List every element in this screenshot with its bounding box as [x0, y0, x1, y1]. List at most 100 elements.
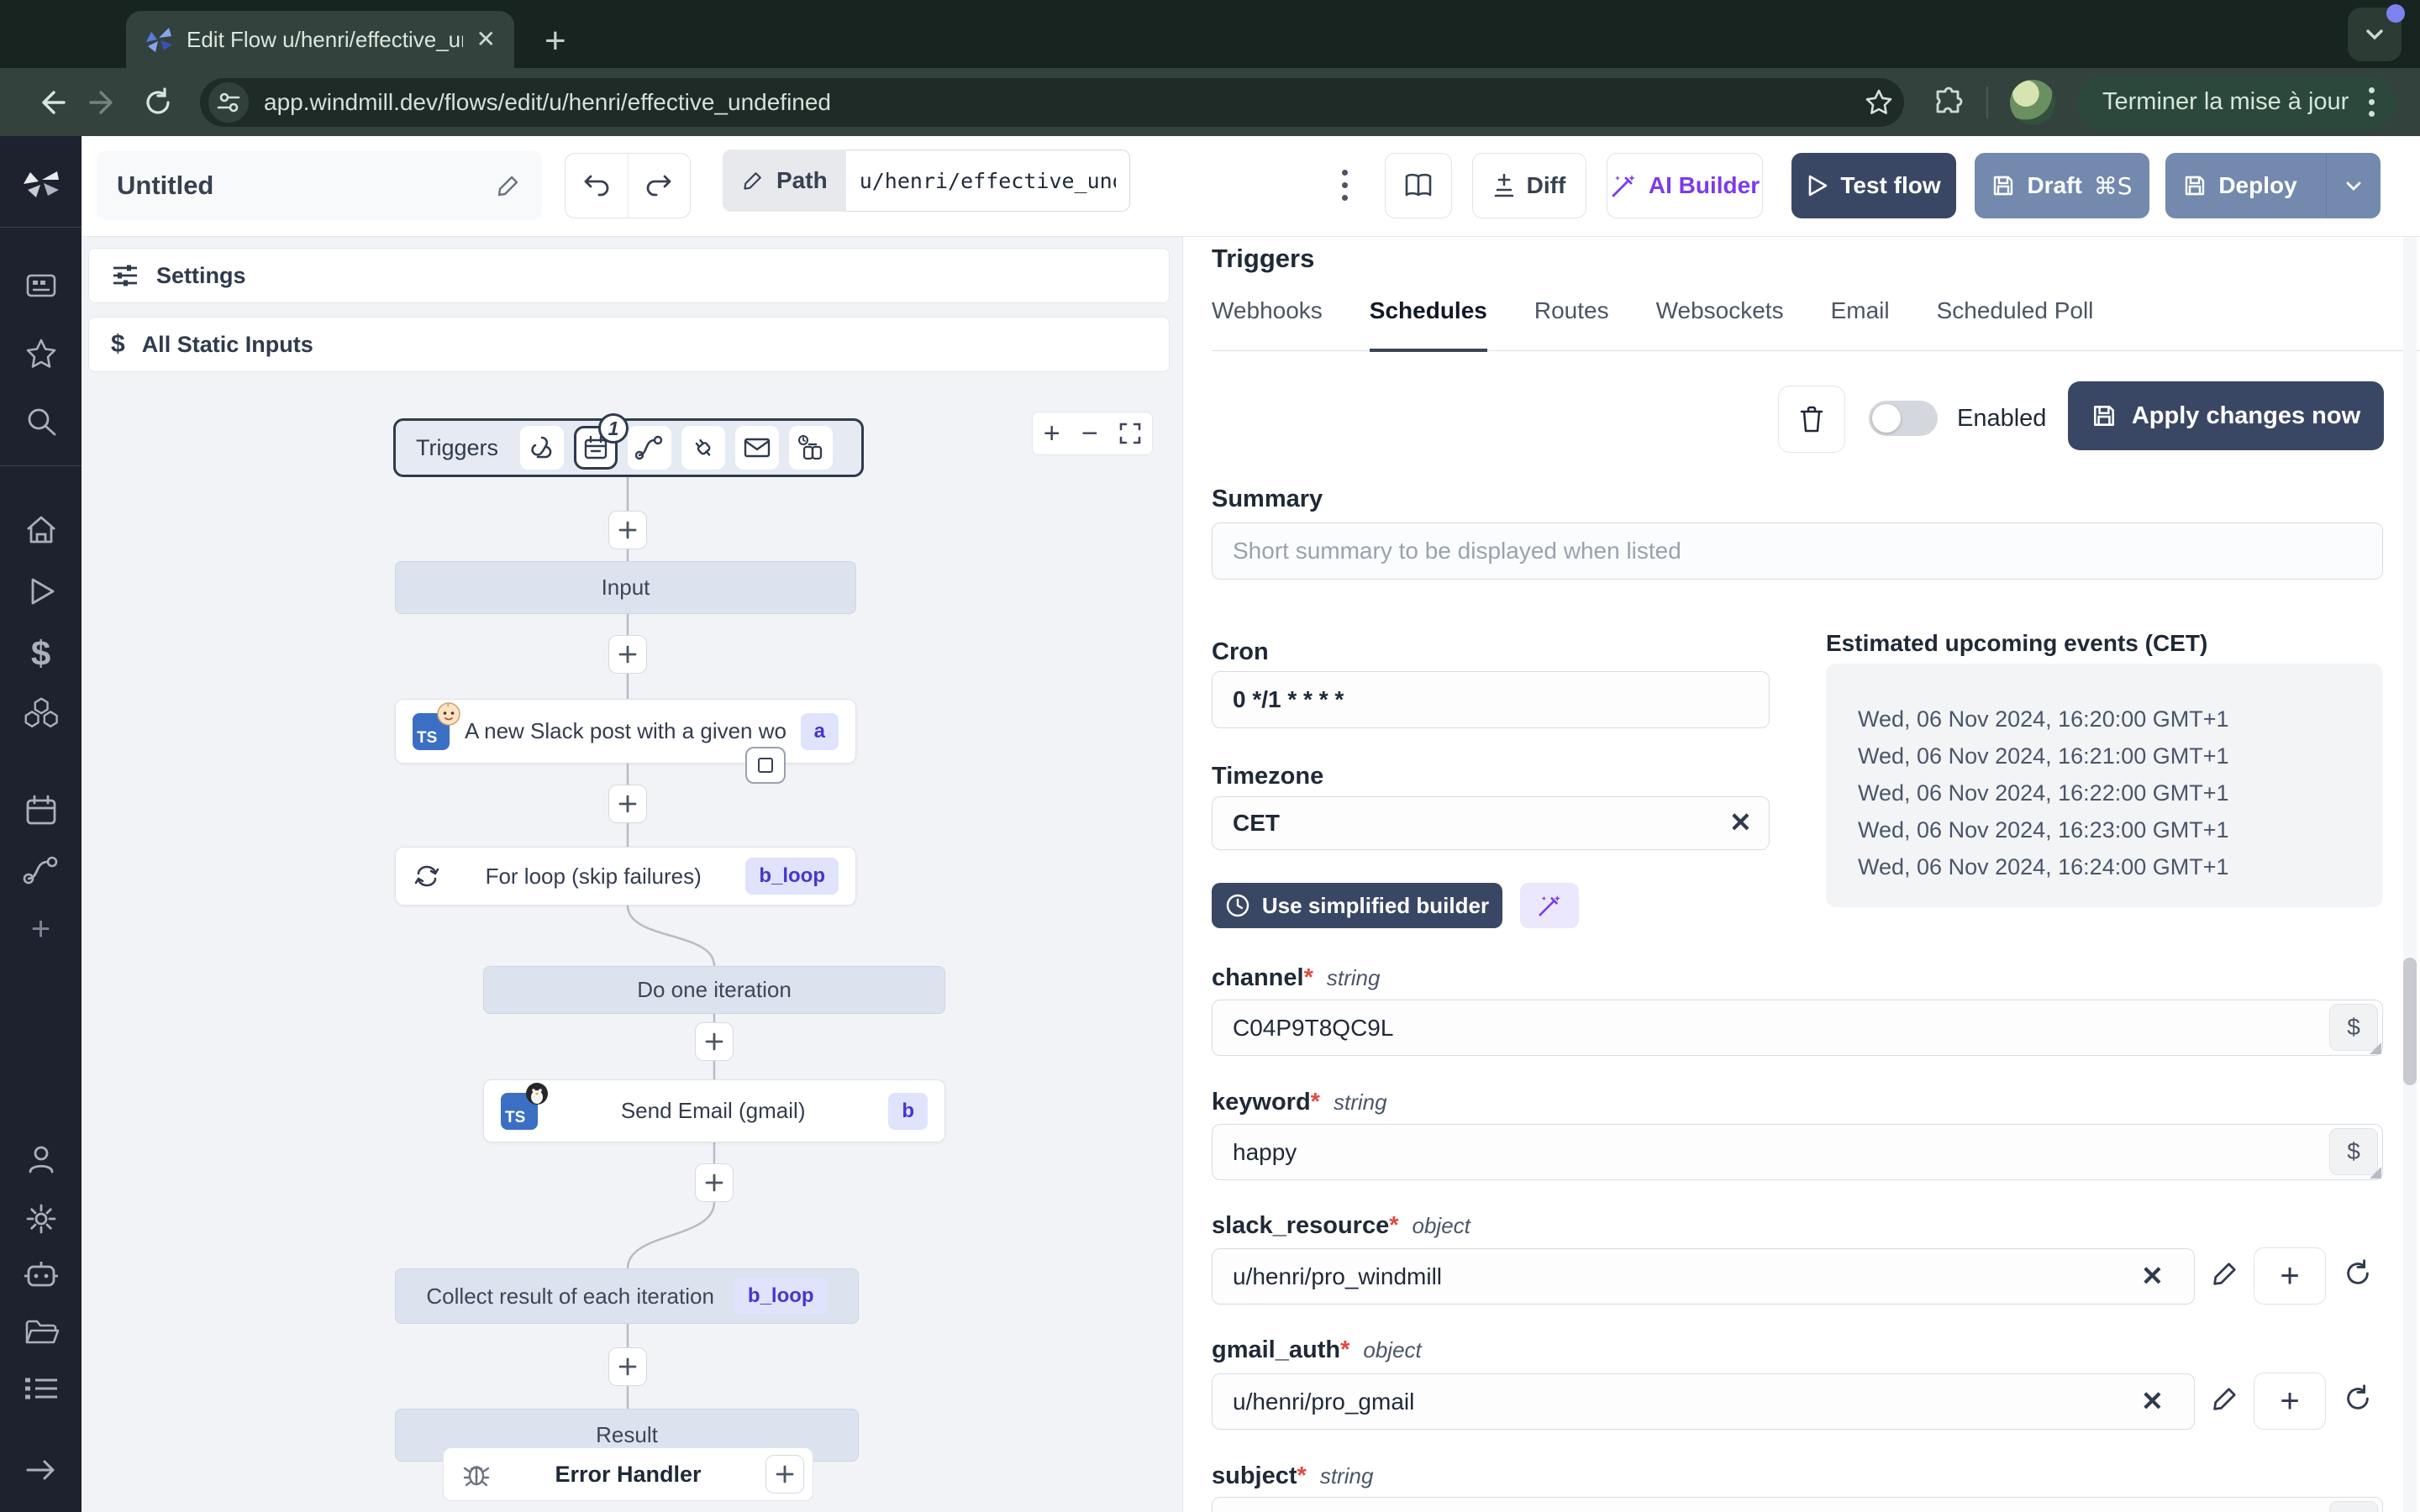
deploy-dropdown-button[interactable]: [2326, 154, 2380, 218]
edit-pencil-icon[interactable]: [495, 172, 522, 199]
deploy-button[interactable]: Deploy: [2165, 153, 2381, 218]
add-resource-button[interactable]: +: [2254, 1373, 2326, 1430]
resize-handle[interactable]: [2370, 1167, 2381, 1179]
url-bar[interactable]: app.windmill.dev/flows/edit/u/henri/effe…: [200, 77, 1904, 127]
input-node[interactable]: Input: [395, 561, 856, 614]
scheduled-poll-trigger-icon[interactable]: [789, 426, 834, 470]
refresh-resource-icon[interactable]: [2343, 1383, 2373, 1414]
test-flow-button[interactable]: Test flow: [1791, 153, 1956, 218]
add-icon[interactable]: +: [31, 911, 50, 948]
enabled-toggle[interactable]: [1869, 401, 1938, 436]
docs-button[interactable]: [1385, 153, 1452, 218]
flows-icon[interactable]: [23, 855, 60, 885]
tab-scheduled-poll[interactable]: Scheduled Poll: [1937, 297, 2094, 350]
subject-dollar-button[interactable]: $: [2329, 1501, 2378, 1512]
panel-scrollbar-thumb[interactable]: [2403, 958, 2417, 1085]
flow-name-field[interactable]: Untitled: [97, 151, 542, 220]
variables-icon[interactable]: $: [31, 633, 50, 674]
panel-scrollbar-track[interactable]: [2403, 237, 2417, 1512]
channel-input[interactable]: [1212, 1000, 2383, 1056]
schedules-icon[interactable]: [24, 793, 59, 828]
home-icon[interactable]: [24, 512, 59, 548]
route-trigger-icon[interactable]: [628, 426, 672, 470]
webhook-icon[interactable]: [520, 426, 565, 470]
tab-routes[interactable]: Routes: [1534, 297, 1609, 350]
tab-email[interactable]: Email: [1831, 297, 1890, 350]
back-button[interactable]: [24, 86, 77, 119]
tab-search-button[interactable]: [2348, 4, 2405, 61]
do-one-iteration-node[interactable]: Do one iteration: [483, 966, 945, 1014]
browser-tab[interactable]: Edit Flow u/henri/effective_un ✕: [126, 11, 514, 68]
tab-close-icon[interactable]: ✕: [476, 28, 496, 51]
insert-step-button[interactable]: [608, 511, 647, 549]
zoom-in-button[interactable]: +: [1044, 417, 1060, 450]
settings-gear-icon[interactable]: [24, 1201, 59, 1236]
insert-step-button[interactable]: [608, 635, 647, 674]
subject-input[interactable]: [1212, 1497, 2383, 1512]
clear-resource-icon[interactable]: ✕: [2141, 1260, 2164, 1292]
profile-avatar[interactable]: [2010, 79, 2055, 125]
delete-schedule-button[interactable]: [1778, 386, 1845, 453]
cron-input[interactable]: [1212, 671, 1770, 728]
slack-resource-input[interactable]: [1212, 1248, 2195, 1305]
resize-handle[interactable]: [2370, 1042, 2381, 1054]
keyword-input[interactable]: [1212, 1124, 2383, 1180]
expand-sidebar-icon[interactable]: [24, 1457, 58, 1483]
workers-icon[interactable]: [24, 1374, 59, 1403]
error-handler-node[interactable]: Error Handler: [443, 1447, 813, 1501]
insert-step-button[interactable]: [695, 1022, 734, 1061]
clear-timezone-icon[interactable]: ✕: [1729, 806, 1752, 838]
gmail-auth-input[interactable]: [1212, 1373, 2195, 1430]
chrome-menu-icon[interactable]: [2369, 87, 2375, 117]
zoom-out-button[interactable]: −: [1081, 417, 1098, 450]
stop-after-step-button[interactable]: [745, 747, 786, 784]
resources-icon[interactable]: [24, 696, 59, 731]
favorites-icon[interactable]: [24, 336, 59, 371]
search-icon[interactable]: [24, 405, 58, 438]
url-text[interactable]: app.windmill.dev/flows/edit/u/henri/effe…: [264, 89, 1849, 116]
path-input[interactable]: [845, 150, 1130, 212]
new-tab-button[interactable]: +: [544, 20, 566, 62]
ai-builder-button[interactable]: AI Builder: [1607, 153, 1763, 218]
tab-schedules[interactable]: Schedules: [1369, 297, 1487, 352]
tab-webhooks[interactable]: Webhooks: [1212, 297, 1323, 350]
chrome-update-button[interactable]: Terminer la mise à jour: [2077, 75, 2396, 129]
redo-button[interactable]: [629, 154, 691, 218]
undo-button[interactable]: [566, 154, 629, 218]
insert-step-button[interactable]: [608, 1347, 647, 1386]
bookmark-star-icon[interactable]: [1864, 87, 1894, 118]
refresh-resource-icon[interactable]: [2343, 1258, 2373, 1289]
more-options-button[interactable]: [1334, 161, 1356, 209]
path-chip[interactable]: Path: [723, 150, 846, 212]
send-email-node[interactable]: TS Send Email (gmail) b: [483, 1079, 945, 1142]
forloop-node[interactable]: For loop (skip failures) b_loop: [395, 847, 856, 906]
runs-icon[interactable]: [24, 575, 58, 608]
draft-button[interactable]: Draft ⌘S: [1975, 153, 2149, 218]
folders-icon[interactable]: [24, 1317, 59, 1347]
insert-step-button[interactable]: [695, 1163, 734, 1202]
ai-cron-button[interactable]: [1520, 883, 1579, 928]
fit-view-button[interactable]: [1119, 423, 1141, 444]
websocket-trigger-icon[interactable]: [681, 426, 726, 470]
forward-button[interactable]: [77, 86, 131, 119]
edit-resource-icon[interactable]: [2210, 1258, 2240, 1289]
collect-result-node[interactable]: Collect result of each iteration b_loop: [395, 1268, 859, 1324]
windmill-logo-icon[interactable]: [19, 161, 63, 205]
reload-button[interactable]: [131, 87, 185, 118]
ai-assistant-icon[interactable]: [24, 1260, 59, 1290]
apps-icon[interactable]: [24, 269, 58, 302]
slack-step-node[interactable]: TS A new Slack post with a given wor... …: [395, 699, 856, 764]
triggers-node[interactable]: Triggers 1: [393, 413, 864, 477]
tab-websockets[interactable]: Websockets: [1656, 297, 1784, 350]
diff-button[interactable]: Diff: [1472, 153, 1586, 218]
simplified-builder-button[interactable]: Use simplified builder: [1212, 883, 1502, 928]
user-icon[interactable]: [24, 1142, 58, 1176]
clear-resource-icon[interactable]: ✕: [2141, 1385, 2164, 1417]
insert-step-button[interactable]: [608, 785, 647, 823]
timezone-input[interactable]: [1212, 796, 1770, 850]
edit-resource-icon[interactable]: [2210, 1383, 2240, 1414]
extensions-icon[interactable]: [1933, 87, 1965, 118]
add-error-handler-button[interactable]: [765, 1455, 804, 1494]
site-settings-icon[interactable]: [208, 81, 249, 123]
schedule-trigger-icon[interactable]: 1: [574, 413, 629, 470]
